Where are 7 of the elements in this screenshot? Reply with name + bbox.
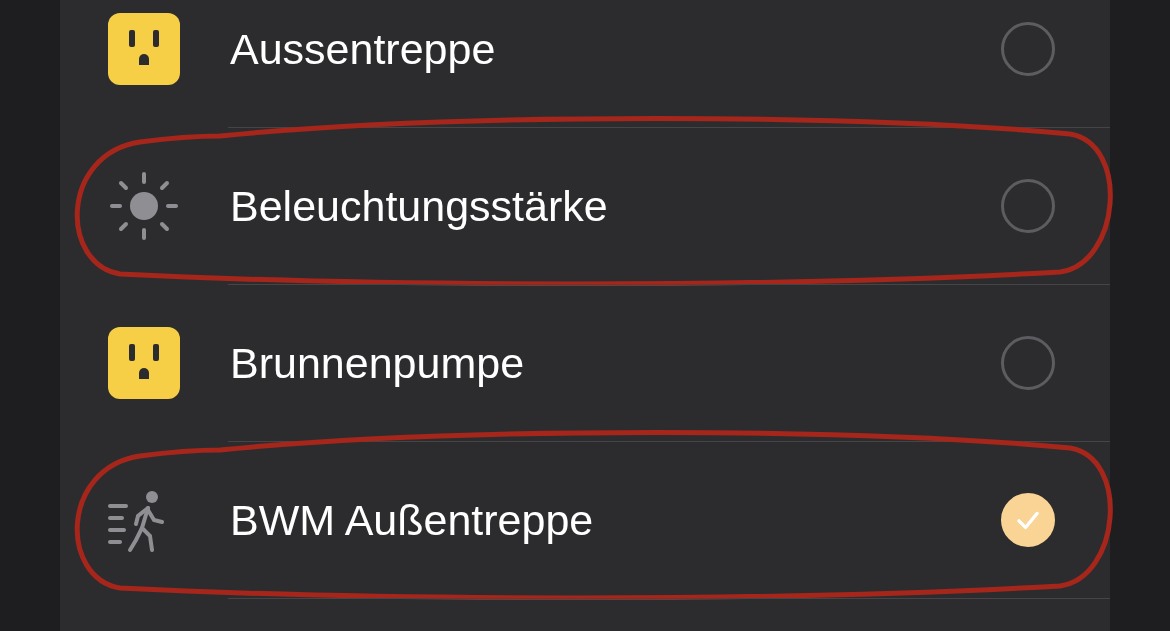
outlet-icon: [108, 13, 180, 85]
outlet-icon: [108, 327, 180, 399]
accessory-name: Aussentreppe: [230, 24, 497, 74]
sun-icon: [108, 170, 180, 242]
accessory-name: Beleuchtungsstärke: [230, 181, 609, 231]
accessory-name: BWM Außentreppe: [230, 495, 595, 545]
accessory-name: Brunnenpumpe: [230, 338, 526, 388]
